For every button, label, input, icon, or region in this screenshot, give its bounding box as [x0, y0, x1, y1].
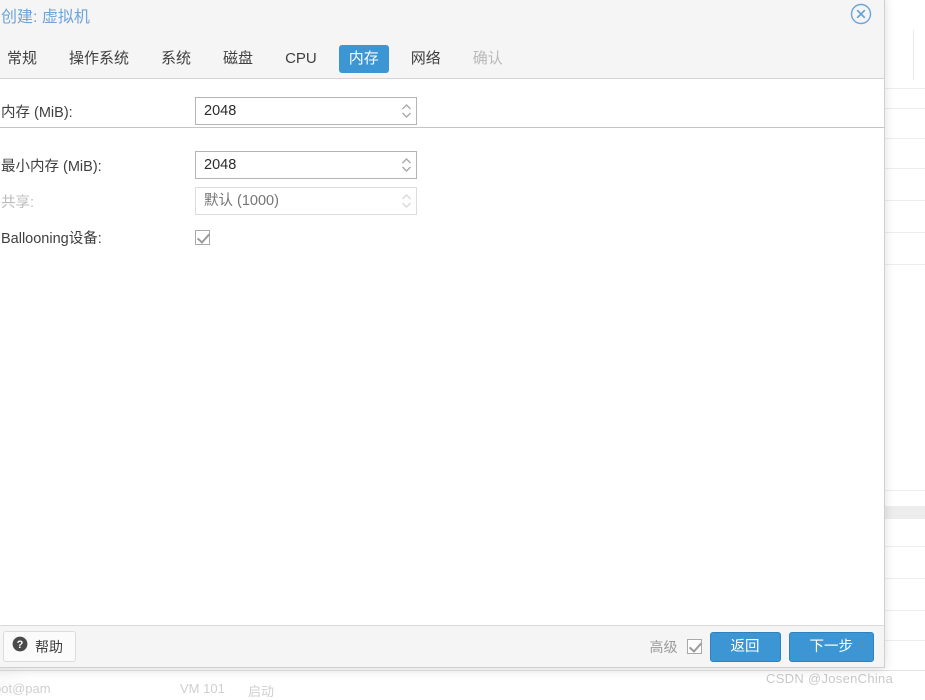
dialog-footer: ? 帮助 高级 返回 下一步 [0, 625, 884, 667]
dialog-title: 创建: 虚拟机 [1, 3, 90, 27]
footer-actions: 高级 返回 下一步 [650, 632, 875, 662]
watermark: CSDN @JosenChina [766, 671, 893, 686]
min-memory-label: 最小内存 (MiB): [1, 155, 195, 176]
question-mark-circle-icon: ? [12, 636, 28, 657]
shares-spinner-triggers [396, 188, 416, 214]
tab-cpu[interactable]: CPU [275, 45, 327, 73]
memory-spinner-triggers[interactable] [396, 98, 416, 124]
close-circle-icon[interactable] [850, 3, 872, 25]
background-column-separator [913, 30, 914, 80]
memory-label: 内存 (MiB): [1, 101, 195, 122]
ballooning-checkbox[interactable] [195, 230, 210, 245]
ballooning-label: Ballooning设备: [1, 227, 195, 248]
tab-disks[interactable]: 磁盘 [213, 45, 263, 73]
help-button[interactable]: ? 帮助 [3, 631, 76, 662]
background-task-text: 启动 [248, 681, 274, 700]
shares-label: 共享: [1, 191, 195, 212]
field-row-ballooning: Ballooning设备: [0, 219, 884, 255]
field-row-min-memory: 最小内存 (MiB): [0, 147, 884, 183]
tab-network[interactable]: 网络 [401, 45, 451, 73]
background-vmid-text: VM 101 [180, 681, 225, 696]
tab-memory[interactable]: 内存 [339, 45, 389, 73]
memory-spinner[interactable] [195, 97, 417, 125]
min-memory-input[interactable] [196, 156, 396, 174]
field-separator [0, 127, 884, 128]
advanced-checkbox[interactable] [687, 639, 702, 654]
background-user-text: oot@pam [0, 681, 51, 696]
field-row-shares: 共享: [0, 183, 884, 219]
tab-confirm: 确认 [463, 45, 513, 73]
shares-spinner [195, 187, 417, 215]
shares-input [196, 192, 396, 210]
svg-text:?: ? [17, 639, 24, 651]
memory-input[interactable] [196, 102, 396, 120]
dialog-title-bar: 创建: 虚拟机 [0, 0, 884, 39]
min-memory-spinner-triggers[interactable] [396, 152, 416, 178]
back-button[interactable]: 返回 [710, 632, 781, 662]
field-row-memory: 内存 (MiB): [0, 93, 884, 129]
tab-general[interactable]: 常规 [0, 45, 47, 73]
next-button[interactable]: 下一步 [789, 632, 875, 662]
dialog-tab-bar: 常规 操作系统 系统 磁盘 CPU 内存 网络 确认 [0, 39, 884, 79]
create-vm-dialog: 创建: 虚拟机 常规 操作系统 系统 磁盘 CPU 内存 网络 确认 内存 (M… [0, 0, 885, 668]
min-memory-spinner[interactable] [195, 151, 417, 179]
dialog-body: 内存 (MiB): 最小内存 (MiB): [0, 79, 884, 625]
tab-system[interactable]: 系统 [151, 45, 201, 73]
advanced-label: 高级 [650, 637, 678, 657]
tab-os[interactable]: 操作系统 [59, 45, 139, 73]
help-label: 帮助 [35, 637, 63, 657]
